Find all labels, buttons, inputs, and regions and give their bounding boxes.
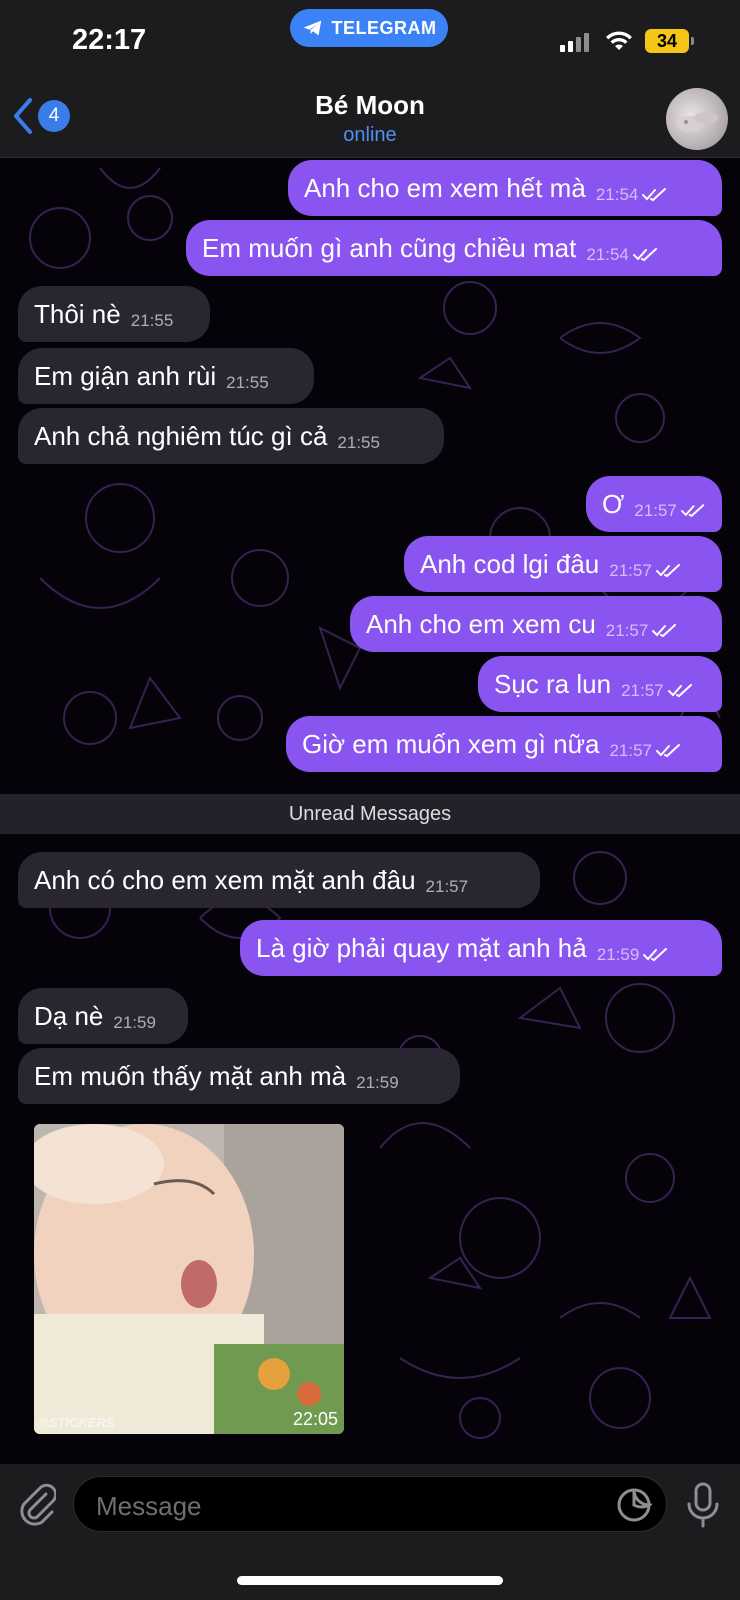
unread-messages-divider: Unread Messages [0,794,740,834]
double-check-icon [632,248,657,262]
double-check-icon [680,504,705,518]
message-bubble-outgoing[interactable]: Anh cod lgi đâu 21:57 [404,536,722,592]
message-bubble-outgoing[interactable]: Là giờ phải quay mặt anh hả 21:59 [240,920,722,976]
message-text: Em muốn gì anh cũng chiều mat [202,232,577,263]
message-time: 21:54 [595,185,639,204]
message-bubble-incoming[interactable]: Anh chả nghiêm túc gì cả 21:55 [18,408,444,464]
telegram-pill-label: TELEGRAM [331,17,437,38]
chat-status: online [343,124,397,146]
message-time: 21:54 [586,245,629,264]
message-time: 22:05 [292,1409,338,1429]
message-text: Anh cho em xem cu [366,608,596,639]
double-check-icon [656,744,680,758]
message-text: Ơ [602,488,625,519]
battery-level: 34 [656,30,678,51]
avatar-image [676,112,718,132]
battery-icon: 34 [645,29,694,53]
message-text: Anh cod lgi đâu [420,548,600,579]
telegram-pill[interactable]: TELEGRAM [290,9,448,47]
message-time: 21:59 [356,1073,399,1092]
chat-header: 4 Bé Moon online [0,80,740,158]
message-bubble-outgoing[interactable]: Giờ em muốn xem gì nữa 21:57 [286,716,722,772]
message-bubble-incoming[interactable]: Dạ nè 21:59 [18,988,188,1044]
message-input[interactable]: Message [73,1476,667,1532]
double-check-icon [655,564,680,578]
wifi-icon [606,31,632,50]
message-bubble-outgoing[interactable]: Sục ra lun 21:57 [478,656,722,712]
message-text: Anh chả nghiêm túc gì cả [34,420,328,451]
double-check-icon [642,188,667,202]
message-text: Em giận anh rùi [34,360,217,391]
status-time: 22:17 [72,24,147,56]
message-bubble-incoming[interactable]: Em giận anh rùi 21:55 [18,348,314,404]
message-time: 21:57 [634,501,677,520]
sticker-icon[interactable] [616,1487,652,1523]
message-text: Anh có cho em xem mặt anh đâu [34,864,416,895]
sticker-message[interactable]: @STICKERS 22:05 [34,1124,344,1434]
message-input-placeholder: Message [96,1491,202,1521]
message-text: Thôi nè [34,298,121,329]
message-time: 21:57 [425,877,469,896]
paperclip-icon[interactable] [16,1482,56,1526]
message-time: 21:55 [337,433,380,452]
signal-icon [560,32,589,52]
message-time: 21:57 [609,561,652,580]
message-bubble-outgoing[interactable]: Anh cho em xem cu 21:57 [350,596,722,652]
status-bar: 22:17 TELEGRAM 34 [0,0,740,80]
message-time: 21:57 [605,621,649,640]
message-text: Dạ nè [34,1000,104,1031]
message-time: 21:59 [113,1013,156,1032]
message-text: Em muốn thấy mặt anh mà [34,1060,347,1091]
message-text: Sục ra lun [494,668,612,699]
sticker-watermark: @STICKERS [36,1415,115,1430]
message-text: Là giờ phải quay mặt anh hả [256,932,587,963]
double-check-icon [652,624,677,638]
message-bubble-outgoing[interactable]: Em muốn gì anh cũng chiều mat 21:54 [186,220,722,276]
message-text: Anh cho em xem hết mà [304,172,586,203]
message-list[interactable]: Anh cho em xem hết mà 21:54 Em muốn gì a… [0,158,740,1464]
message-time: 21:59 [596,945,640,964]
double-check-icon [667,684,692,698]
double-check-icon [643,948,668,962]
message-composer: Message [0,1464,740,1600]
message-bubble-outgoing[interactable]: Anh cho em xem hết mà 21:54 [288,160,722,216]
message-bubble-incoming[interactable]: Anh có cho em xem mặt anh đâu 21:57 [18,852,540,908]
message-time: 21:57 [609,741,652,760]
home-indicator[interactable] [237,1576,503,1585]
message-bubble-incoming[interactable]: Thôi nè 21:55 [18,286,210,342]
chat-title[interactable]: Bé Moon [0,90,740,121]
message-time: 21:55 [130,311,174,330]
message-text: Giờ em muốn xem gì nữa [302,728,600,759]
message-time: 21:57 [621,681,664,700]
message-bubble-outgoing[interactable]: Ơ 21:57 [586,476,722,532]
telegram-icon [303,20,321,36]
sticker-image [34,1124,344,1434]
message-bubble-incoming[interactable]: Em muốn thấy mặt anh mà 21:59 [18,1048,460,1104]
avatar[interactable] [666,88,728,150]
microphone-icon[interactable] [686,1482,720,1528]
message-time: 21:55 [226,373,269,392]
